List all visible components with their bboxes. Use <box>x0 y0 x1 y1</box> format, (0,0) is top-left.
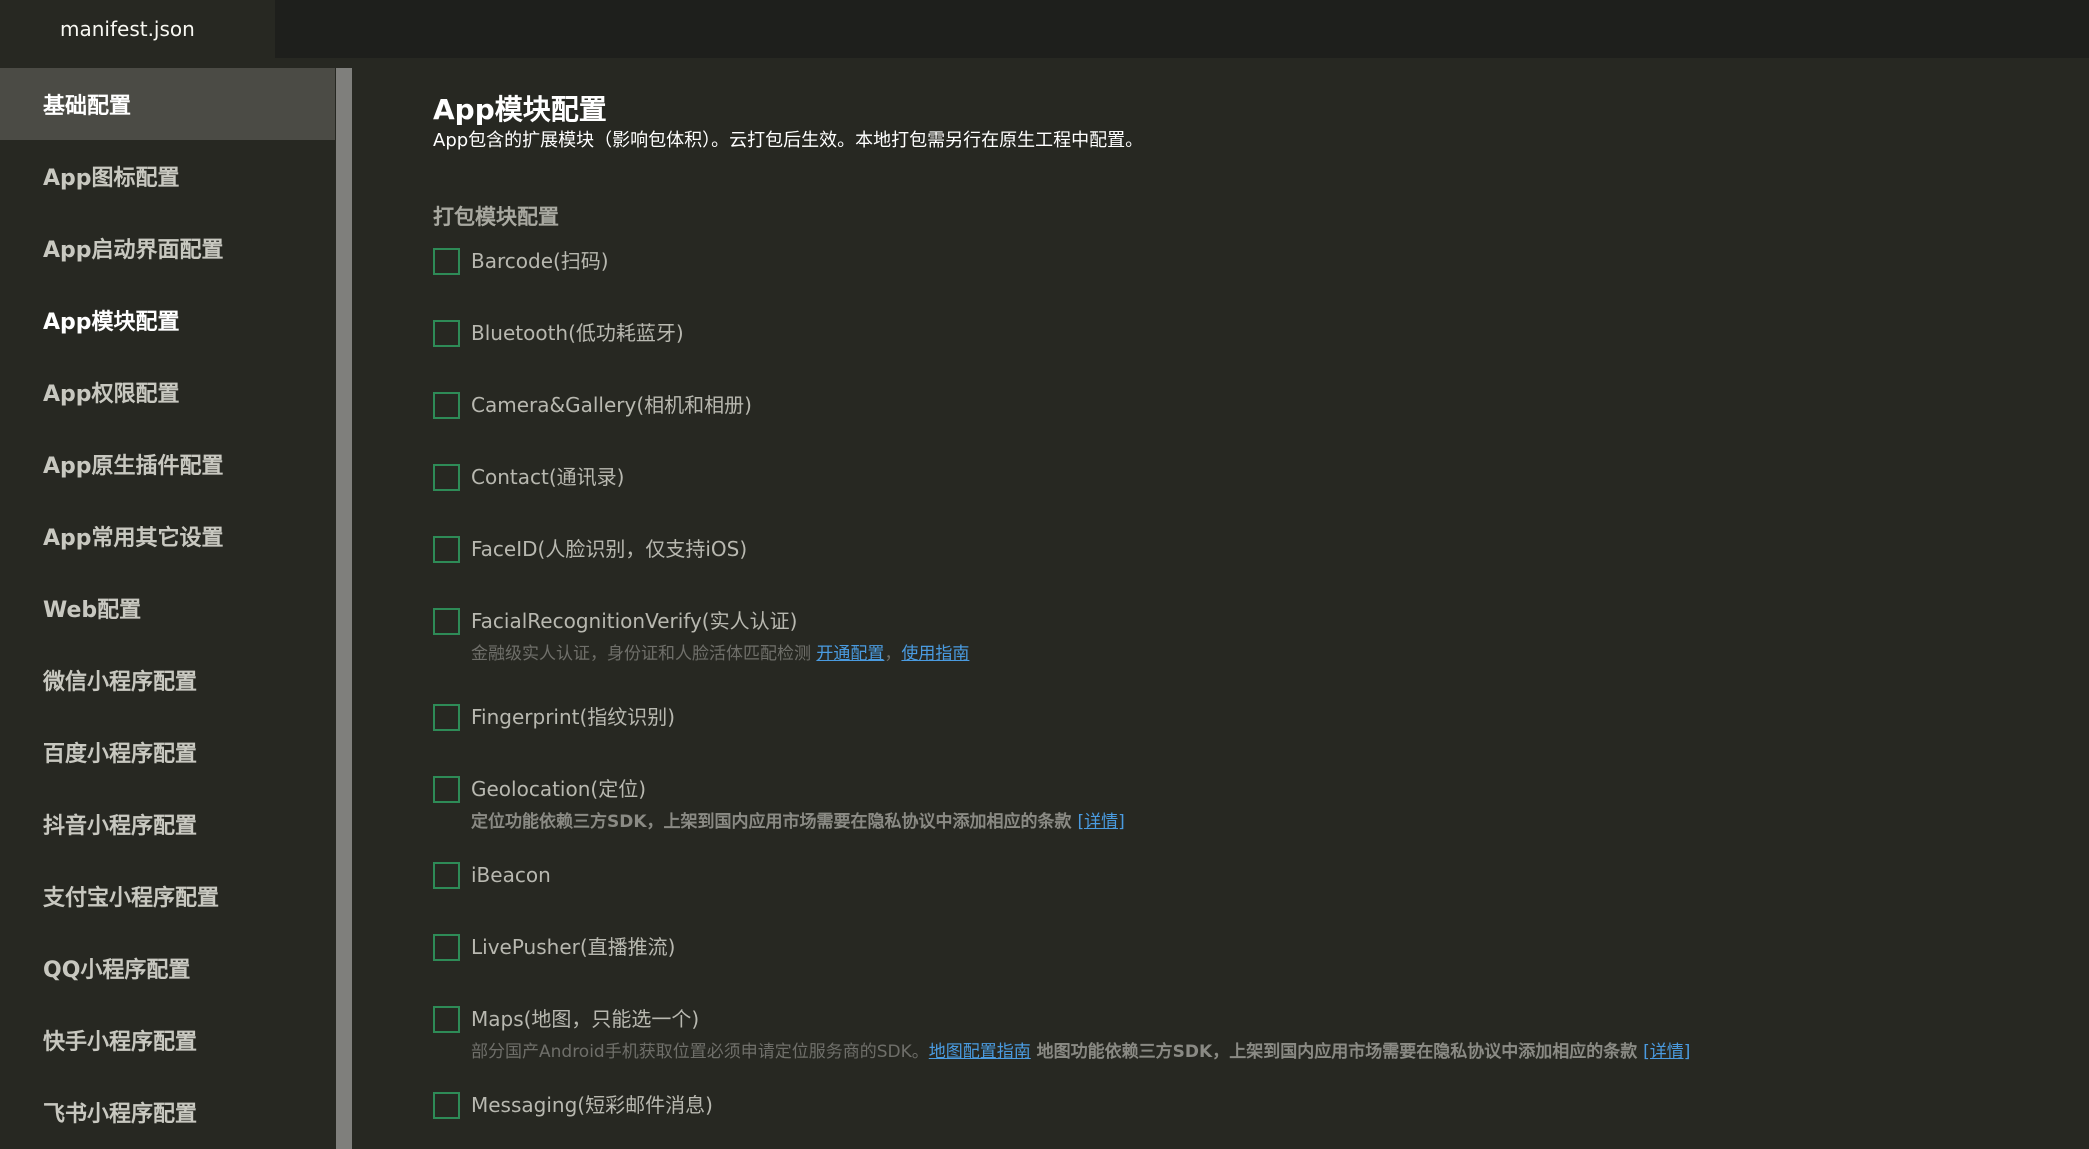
module-checkbox-maps[interactable] <box>433 1006 460 1033</box>
sidebar: 基础配置 App图标配置 App启动界面配置 App模块配置 App权限配置 A… <box>0 68 335 1149</box>
sidebar-item-label: Web配置 <box>43 598 142 623</box>
module-checkbox-camera-gallery[interactable] <box>433 392 460 419</box>
sidebar-item-kuaishou-mp[interactable]: 快手小程序配置 <box>0 1004 335 1076</box>
module-label: LivePusher(直播推流) <box>471 935 676 959</box>
module-note-bold: 地图功能依赖三方SDK，上架到国内应用市场需要在隐私协议中添加相应的条款 <box>1030 1042 1644 1062</box>
module-row-maps: Maps(地图，只能选一个) 部分国产Android手机获取位置必须申请定位服务… <box>433 1006 1690 1062</box>
module-checkbox-fingerprint[interactable] <box>433 704 460 731</box>
separator: ， <box>884 644 902 664</box>
sidebar-item-feishu-mp[interactable]: 飞书小程序配置 <box>0 1076 335 1148</box>
module-checkbox-facial-recognition[interactable] <box>433 608 460 635</box>
module-label: Bluetooth(低功耗蓝牙) <box>471 321 684 345</box>
details-link[interactable]: [详情] <box>1077 812 1124 832</box>
sidebar-item-label: 百度小程序配置 <box>43 742 198 767</box>
sidebar-item-label: 抖音小程序配置 <box>43 814 198 839</box>
sidebar-scrollbar[interactable] <box>336 68 352 1149</box>
module-row-camera-gallery: Camera&Gallery(相机和相册) <box>433 392 752 419</box>
module-note: 金融级实人认证，身份证和人脸活体匹配检测 <box>471 644 817 664</box>
enable-config-link[interactable]: 开通配置 <box>816 644 884 664</box>
sidebar-item-web[interactable]: Web配置 <box>0 572 335 644</box>
module-row-facial-recognition: FacialRecognitionVerify(实人认证) 金融级实人认证，身份… <box>433 608 969 664</box>
module-checkbox-barcode[interactable] <box>433 248 460 275</box>
module-description: 定位功能依赖三方SDK，上架到国内应用市场需要在隐私协议中添加相应的条款 [详情… <box>471 807 1125 832</box>
module-label: Barcode(扫码) <box>471 249 609 273</box>
module-note: 部分国产Android手机获取位置必须申请定位服务商的SDK。 <box>471 1042 929 1062</box>
details-link[interactable]: [详情] <box>1643 1042 1690 1062</box>
module-label: Messaging(短彩邮件消息) <box>471 1093 713 1117</box>
module-checkbox-geolocation[interactable] <box>433 776 460 803</box>
sidebar-item-app-native-plugins[interactable]: App原生插件配置 <box>0 428 335 500</box>
module-label: FaceID(人脸识别，仅支持iOS) <box>471 537 748 561</box>
sidebar-item-label: App图标配置 <box>43 166 180 191</box>
sidebar-item-label: App启动界面配置 <box>43 238 224 263</box>
sidebar-item-label: App常用其它设置 <box>43 526 224 551</box>
module-row-faceid: FaceID(人脸识别，仅支持iOS) <box>433 536 747 563</box>
page-description: App包含的扩展模块（影响包体积）。云打包后生效。本地打包需另行在原生工程中配置… <box>433 130 1144 151</box>
sidebar-item-label: 飞书小程序配置 <box>43 1102 198 1127</box>
module-row-geolocation: Geolocation(定位) 定位功能依赖三方SDK，上架到国内应用市场需要在… <box>433 776 1125 832</box>
module-row-fingerprint: Fingerprint(指纹识别) <box>433 704 675 731</box>
sidebar-item-label: App权限配置 <box>43 382 180 407</box>
module-checkbox-ibeacon[interactable] <box>433 862 460 889</box>
sidebar-item-basic[interactable]: 基础配置 <box>0 68 335 140</box>
sidebar-item-label: 支付宝小程序配置 <box>43 886 220 911</box>
sidebar-item-qq-mp[interactable]: QQ小程序配置 <box>0 932 335 1004</box>
main-content: App模块配置 App包含的扩展模块（影响包体积）。云打包后生效。本地打包需另行… <box>352 58 2089 1149</box>
module-label: Geolocation(定位) <box>471 777 646 801</box>
module-checkbox-bluetooth[interactable] <box>433 320 460 347</box>
module-label: Fingerprint(指纹识别) <box>471 705 676 729</box>
module-checkbox-messaging[interactable] <box>433 1092 460 1119</box>
sidebar-item-label: 基础配置 <box>43 94 132 119</box>
module-row-ibeacon: iBeacon <box>433 862 551 889</box>
module-row-contact: Contact(通讯录) <box>433 464 624 491</box>
tab-label: manifest.json <box>60 17 195 41</box>
tab-bar: manifest.json <box>0 0 2089 58</box>
module-row-barcode: Barcode(扫码) <box>433 248 609 275</box>
module-label: Maps(地图，只能选一个) <box>471 1007 700 1031</box>
sidebar-item-alipay-mp[interactable]: 支付宝小程序配置 <box>0 860 335 932</box>
sidebar-item-app-splash[interactable]: App启动界面配置 <box>0 212 335 284</box>
module-checkbox-livepusher[interactable] <box>433 934 460 961</box>
module-description: 金融级实人认证，身份证和人脸活体匹配检测 开通配置，使用指南 <box>471 639 969 664</box>
sidebar-item-baidu-mp[interactable]: 百度小程序配置 <box>0 716 335 788</box>
sidebar-item-label: 快手小程序配置 <box>43 1030 198 1055</box>
page-title: App模块配置 <box>433 93 607 126</box>
tab-manifest-json[interactable]: manifest.json <box>0 0 275 58</box>
sidebar-item-label: 微信小程序配置 <box>43 670 198 695</box>
module-note: 定位功能依赖三方SDK，上架到国内应用市场需要在隐私协议中添加相应的条款 <box>471 812 1078 832</box>
sidebar-item-label: App原生插件配置 <box>43 454 224 479</box>
sidebar-item-app-permissions[interactable]: App权限配置 <box>0 356 335 428</box>
module-checkbox-faceid[interactable] <box>433 536 460 563</box>
sidebar-item-weixin-mp[interactable]: 微信小程序配置 <box>0 644 335 716</box>
usage-guide-link[interactable]: 使用指南 <box>901 644 969 664</box>
module-label: Contact(通讯录) <box>471 465 625 489</box>
module-row-livepusher: LivePusher(直播推流) <box>433 934 675 961</box>
sidebar-item-app-modules[interactable]: App模块配置 <box>0 284 335 356</box>
map-config-guide-link[interactable]: 地图配置指南 <box>929 1042 1031 1062</box>
sidebar-item-douyin-mp[interactable]: 抖音小程序配置 <box>0 788 335 860</box>
sidebar-item-label: App模块配置 <box>43 310 180 335</box>
module-label: iBeacon <box>471 863 551 887</box>
module-description: 部分国产Android手机获取位置必须申请定位服务商的SDK。地图配置指南 地图… <box>471 1037 1690 1062</box>
module-row-messaging: Messaging(短彩邮件消息) <box>433 1092 713 1119</box>
sidebar-item-app-icon[interactable]: App图标配置 <box>0 140 335 212</box>
sidebar-item-label: QQ小程序配置 <box>43 958 191 983</box>
module-row-bluetooth: Bluetooth(低功耗蓝牙) <box>433 320 684 347</box>
module-label: Camera&Gallery(相机和相册) <box>471 393 752 417</box>
section-title: 打包模块配置 <box>433 205 559 229</box>
sidebar-item-app-other-settings[interactable]: App常用其它设置 <box>0 500 335 572</box>
module-checkbox-contact[interactable] <box>433 464 460 491</box>
module-label: FacialRecognitionVerify(实人认证) <box>471 609 798 633</box>
